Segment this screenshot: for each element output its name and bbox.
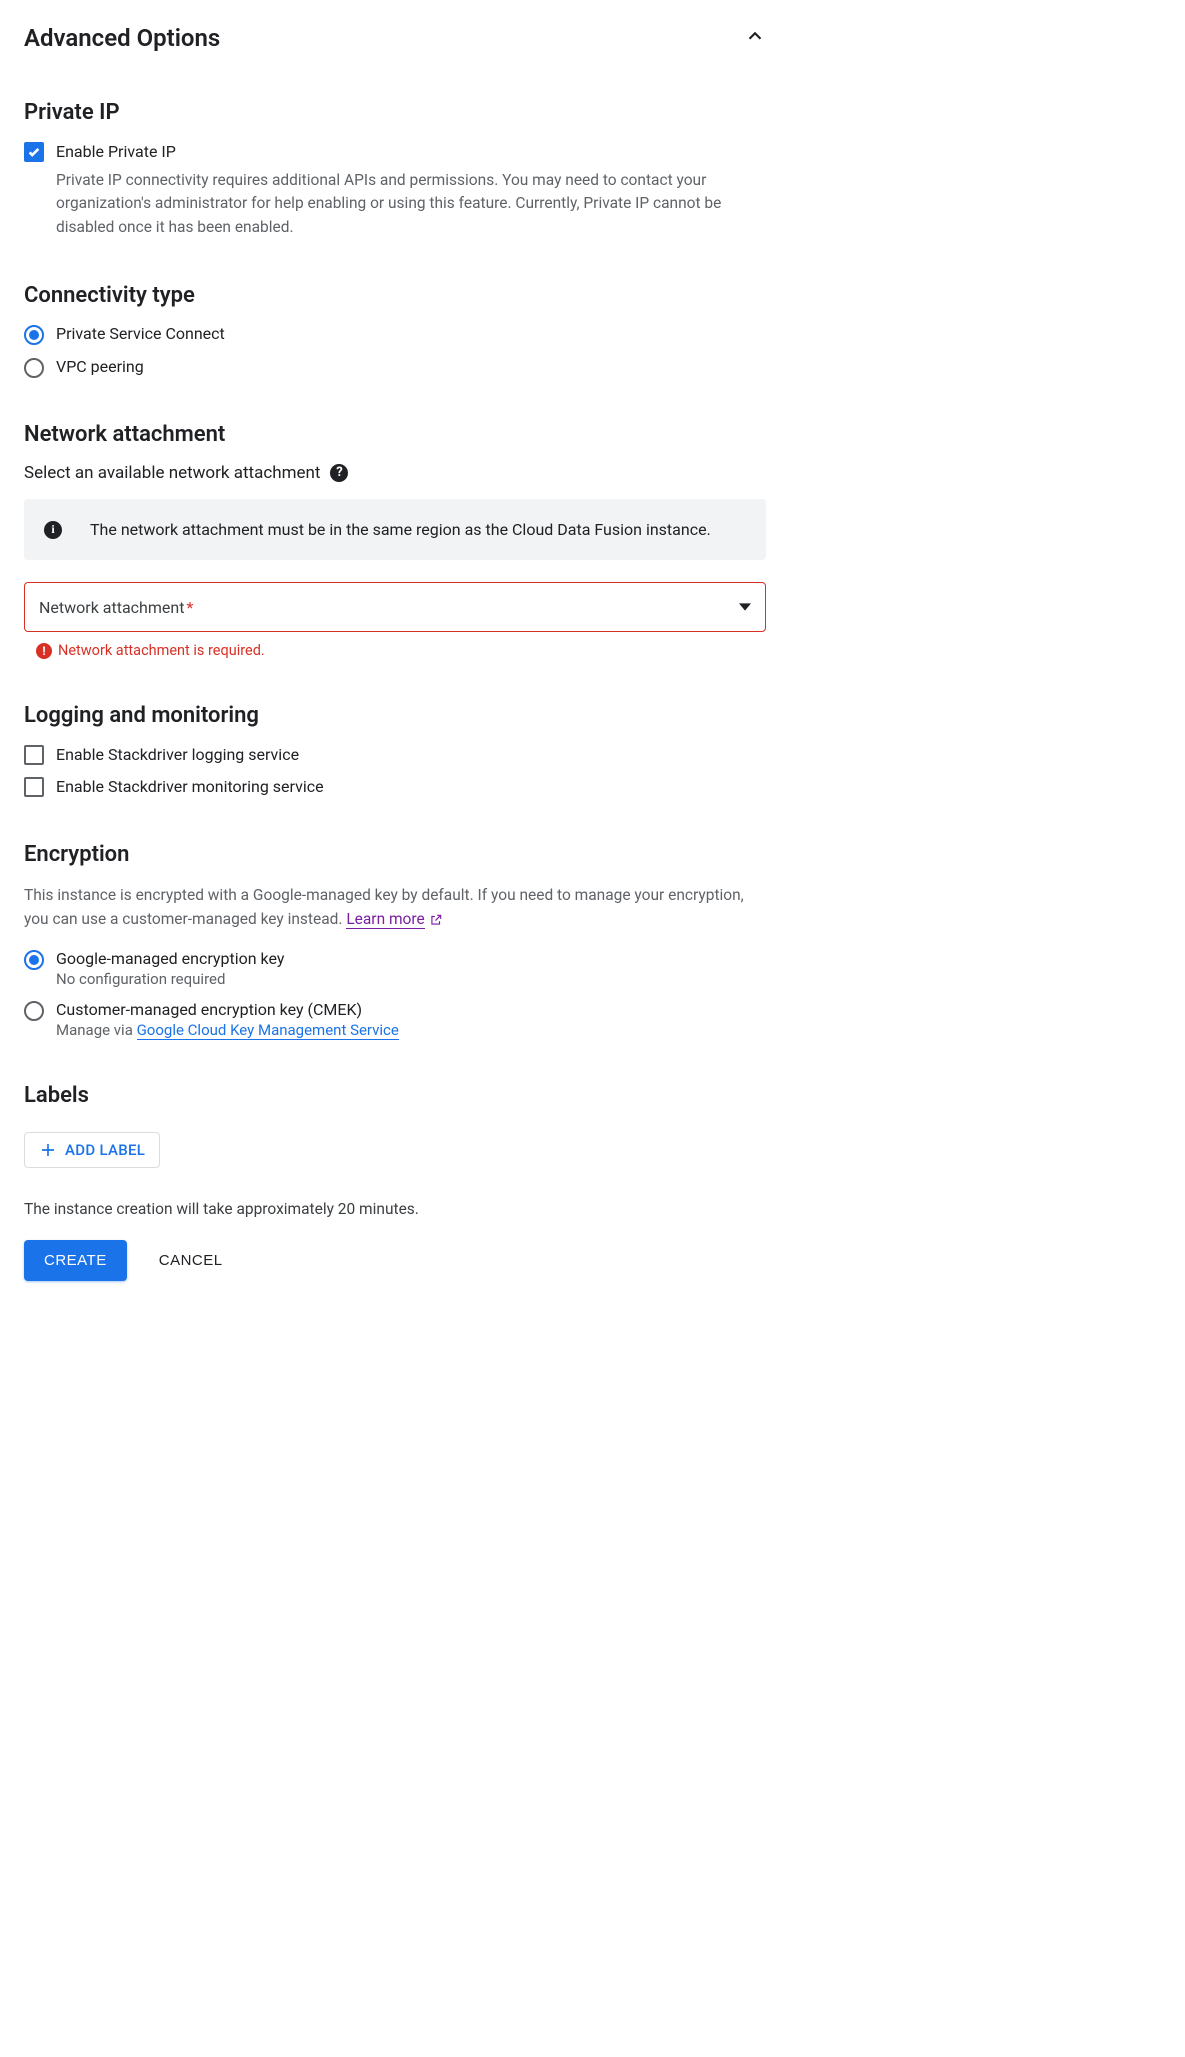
network-attachment-placeholder: Network attachment* bbox=[39, 598, 193, 617]
help-icon[interactable]: ? bbox=[330, 464, 348, 482]
network-attachment-section: Network attachment Select an available n… bbox=[24, 422, 766, 660]
chevron-up-icon bbox=[744, 25, 766, 51]
external-link-icon bbox=[429, 913, 443, 927]
connectivity-psc-radio[interactable] bbox=[24, 325, 44, 345]
network-attachment-info-banner: i The network attachment must be in the … bbox=[24, 499, 766, 561]
connectivity-type-heading: Connectivity type bbox=[24, 283, 766, 308]
cmek-label: Customer-managed encryption key (CMEK) bbox=[56, 1000, 766, 1019]
network-attachment-heading: Network attachment bbox=[24, 422, 766, 447]
network-attachment-error-text: Network attachment is required. bbox=[58, 642, 265, 659]
encryption-heading: Encryption bbox=[24, 842, 766, 867]
caret-down-icon bbox=[739, 598, 751, 617]
logging-section: Logging and monitoring Enable Stackdrive… bbox=[24, 703, 766, 798]
error-icon: ! bbox=[36, 643, 52, 659]
create-button[interactable]: CREATE bbox=[24, 1240, 127, 1281]
encryption-section: Encryption This instance is encrypted wi… bbox=[24, 842, 766, 1039]
private-ip-section: Private IP Enable Private IP Private IP … bbox=[24, 100, 766, 239]
logging-heading: Logging and monitoring bbox=[24, 703, 766, 728]
enable-private-ip-checkbox[interactable] bbox=[24, 142, 44, 162]
labels-section: Labels ADD LABEL bbox=[24, 1083, 766, 1168]
network-attachment-info-text: The network attachment must be in the sa… bbox=[90, 517, 711, 543]
advanced-options-header[interactable]: Advanced Options bbox=[24, 24, 766, 52]
private-ip-heading: Private IP bbox=[24, 100, 766, 125]
info-icon: i bbox=[44, 521, 62, 539]
enable-private-ip-label: Enable Private IP bbox=[56, 141, 766, 163]
stackdriver-monitoring-checkbox[interactable] bbox=[24, 777, 44, 797]
private-ip-description: Private IP connectivity requires additio… bbox=[56, 169, 766, 239]
stackdriver-logging-label: Enable Stackdriver logging service bbox=[56, 744, 766, 766]
network-attachment-select[interactable]: Network attachment* bbox=[24, 582, 766, 632]
network-attachment-subtext: Select an available network attachment bbox=[24, 463, 320, 483]
google-managed-key-label: Google-managed encryption key bbox=[56, 949, 766, 968]
kms-link[interactable]: Google Cloud Key Management Service bbox=[137, 1021, 399, 1040]
connectivity-vpc-radio[interactable] bbox=[24, 358, 44, 378]
encryption-description: This instance is encrypted with a Google… bbox=[24, 883, 766, 931]
plus-icon bbox=[39, 1141, 57, 1159]
labels-heading: Labels bbox=[24, 1083, 766, 1108]
encryption-learn-more-link[interactable]: Learn more bbox=[346, 910, 424, 929]
stackdriver-logging-checkbox[interactable] bbox=[24, 745, 44, 765]
add-label-button[interactable]: ADD LABEL bbox=[24, 1132, 160, 1168]
google-managed-key-radio[interactable] bbox=[24, 950, 44, 970]
stackdriver-monitoring-label: Enable Stackdriver monitoring service bbox=[56, 776, 766, 798]
google-managed-key-subtext: No configuration required bbox=[56, 970, 766, 988]
connectivity-psc-label: Private Service Connect bbox=[56, 324, 766, 343]
advanced-options-title: Advanced Options bbox=[24, 24, 220, 52]
connectivity-type-section: Connectivity type Private Service Connec… bbox=[24, 283, 766, 378]
cmek-radio[interactable] bbox=[24, 1001, 44, 1021]
cmek-subtext: Manage via Google Cloud Key Management S… bbox=[56, 1021, 766, 1039]
cancel-button[interactable]: CANCEL bbox=[155, 1240, 227, 1281]
connectivity-vpc-label: VPC peering bbox=[56, 357, 766, 376]
creation-time-notice: The instance creation will take approxim… bbox=[24, 1200, 766, 1218]
network-attachment-error: ! Network attachment is required. bbox=[24, 642, 766, 659]
action-row: CREATE CANCEL bbox=[24, 1240, 766, 1281]
